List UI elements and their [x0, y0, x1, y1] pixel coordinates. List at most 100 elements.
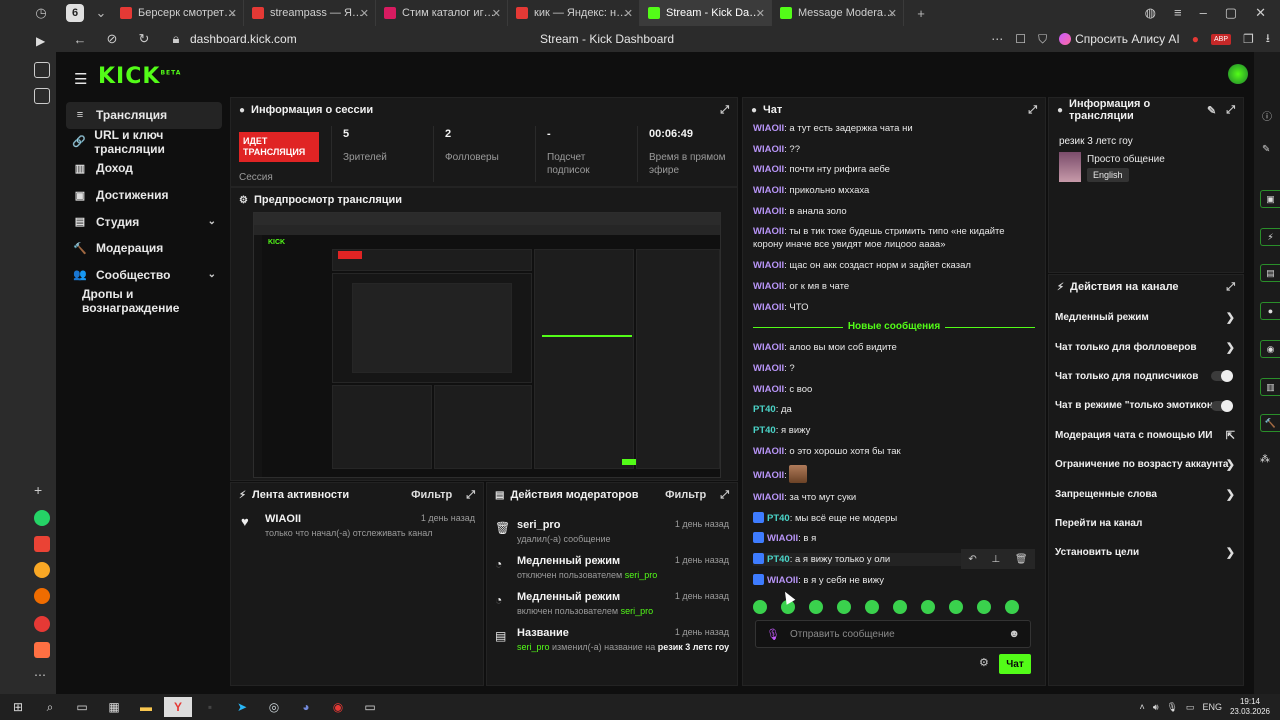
tray-network-icon[interactable]: ▭: [1186, 702, 1195, 713]
sidebar-item-6[interactable]: 👥 Сообщество ⌄: [66, 262, 222, 289]
channel-action-row[interactable]: Ограничение по возрасту аккаунта ❯: [1049, 450, 1243, 479]
tab-count-badge[interactable]: 6: [66, 4, 84, 22]
chat-username[interactable]: WIAOII: [753, 446, 784, 457]
chat-message[interactable]: WIAOII: с воо: [753, 383, 1035, 396]
channel-action-row[interactable]: Медленный режим ❯: [1049, 303, 1243, 332]
chat-message[interactable]: WIAOII: в я: [753, 532, 1035, 545]
side-tool-2[interactable]: ⚡︎: [1260, 228, 1280, 246]
chat-message[interactable]: WIAOII: ??: [753, 143, 1035, 156]
chat-username[interactable]: WIAOII: [753, 492, 784, 503]
search-icon[interactable]: ⌕: [36, 697, 64, 717]
toggle-switch[interactable]: [1211, 370, 1233, 383]
minimize-button[interactable]: –: [1200, 5, 1207, 21]
chat-message[interactable]: WIAOII: щас он акк создаст норм и задйет…: [753, 259, 1035, 272]
chat-input[interactable]: 🎙︎ Отправить сообщение ☻: [755, 620, 1031, 648]
chat-message[interactable]: PT40: а я вижу только у оли ↶ ⊥ 🗑︎: [753, 549, 1035, 570]
chat-message[interactable]: WIAOII: прикольно мххаха: [753, 184, 1035, 197]
maximize-button[interactable]: ▢: [1225, 5, 1237, 21]
chat-message[interactable]: WIAOII: ог к мя в чате: [753, 280, 1035, 293]
sidebar-item-3[interactable]: ▣ Достижения: [66, 182, 222, 209]
mod-user[interactable]: seri_pro: [625, 570, 658, 580]
chat-username[interactable]: WIAOII: [753, 226, 784, 237]
chat-message[interactable]: PT40: мы всё еще не модеры: [753, 511, 1035, 525]
chat-username[interactable]: PT40: [767, 513, 790, 524]
store-icon[interactable]: [34, 616, 50, 632]
sidebar-tabs-icon[interactable]: [34, 62, 50, 78]
side-tool-1[interactable]: ▣: [1260, 190, 1280, 208]
tab-close-icon[interactable]: ✕: [360, 7, 369, 20]
expand-icon[interactable]: ⤢: [720, 489, 729, 502]
mod-user[interactable]: seri_pro: [517, 642, 550, 652]
sidebar-item-1[interactable]: 🔗 URL и ключ трансляции: [66, 128, 222, 156]
channel-action-row[interactable]: Запрещенные слова ❯: [1049, 479, 1243, 508]
group-icon[interactable]: ⁂: [1260, 454, 1270, 465]
menu-icon[interactable]: ≡: [1174, 5, 1182, 21]
browser-tab[interactable]: Стим каталог игр по подпискам✕: [376, 0, 508, 26]
chat-message[interactable]: WIAOII: алоо вы мои соб видите: [753, 341, 1035, 354]
sidebar-item-7[interactable]: Дропы и вознаграждение: [66, 287, 222, 315]
chat-username[interactable]: WIAOII: [753, 185, 784, 196]
chat-username[interactable]: WIAOII: [753, 342, 784, 353]
back-icon[interactable]: ←: [72, 32, 88, 47]
side-tool-7[interactable]: 🔨: [1260, 414, 1280, 432]
chat-username[interactable]: WIAOII: [753, 470, 784, 481]
explorer-icon[interactable]: ▬: [132, 697, 160, 717]
sidebar-gallery-icon[interactable]: [34, 88, 50, 104]
emoji-icon[interactable]: ☻: [1008, 628, 1020, 640]
bag-icon[interactable]: [34, 642, 50, 658]
kick-logo[interactable]: KICKBETA: [98, 64, 181, 89]
chat-username[interactable]: WIAOII: [753, 384, 784, 395]
chat-message[interactable]: WIAOII:: [753, 465, 1035, 484]
category-name[interactable]: Просто общение: [1087, 154, 1165, 165]
chat-message[interactable]: WIAOII: в анала золо: [753, 205, 1035, 218]
download-icon[interactable]: ⭳: [1266, 29, 1270, 50]
steam-icon[interactable]: ◎: [260, 697, 288, 717]
clock-icon[interactable]: ◷: [30, 2, 52, 24]
chat-message[interactable]: WIAOII: ты в тик токе будешь стримить ти…: [753, 225, 1035, 251]
channel-action-row[interactable]: Чат в режиме "только эмотиконы": [1049, 391, 1243, 420]
side-tool-5[interactable]: ◉: [1260, 340, 1280, 358]
emote-icon[interactable]: [753, 600, 767, 614]
chat-message[interactable]: WIAOII: о это хорошо хотя бы так: [753, 445, 1035, 458]
collections-icon[interactable]: ❐: [1243, 32, 1254, 46]
profile-icon[interactable]: ◍: [1145, 5, 1156, 21]
expand-icon[interactable]: ⤢: [1226, 104, 1235, 117]
tray-speaker-icon[interactable]: 🔊︎: [1153, 702, 1159, 713]
expand-icon[interactable]: ⤢: [466, 489, 475, 502]
browser-tab[interactable]: Stream - Kick Dashboard✕: [640, 0, 772, 26]
chat-username[interactable]: WIAOII: [753, 206, 784, 217]
send-chat-button[interactable]: Чат: [999, 654, 1031, 674]
chat-username[interactable]: PT40: [753, 404, 776, 415]
chat-username[interactable]: PT40: [767, 554, 790, 565]
tray-chevron-icon[interactable]: ˄: [1140, 702, 1145, 712]
activity-filter-button[interactable]: Фильтр: [411, 489, 452, 501]
chat-username[interactable]: WIAOII: [753, 281, 784, 292]
chat-message[interactable]: WIAOII: почти нту рифига аебе: [753, 163, 1035, 176]
pin-icon[interactable]: ⊥: [991, 553, 1000, 566]
url-input[interactable]: dashboard.kick.com: [190, 32, 297, 46]
discord-icon[interactable]: ◕: [292, 697, 320, 717]
stream-preview-video[interactable]: KICK: [253, 212, 721, 478]
expand-icon[interactable]: ⤢: [1028, 104, 1037, 117]
whatsapp-icon[interactable]: [34, 510, 50, 526]
chat-username[interactable]: WIAOII: [767, 533, 798, 544]
info-circle-icon[interactable]: ⓘ: [1262, 108, 1272, 123]
tab-close-icon[interactable]: ✕: [228, 7, 237, 20]
edit-icon[interactable]: ✎: [1207, 104, 1216, 117]
chevron-down-icon[interactable]: ⌄: [208, 216, 216, 227]
reload-icon[interactable]: ↻: [136, 31, 152, 47]
pen-icon[interactable]: ✎: [1262, 144, 1270, 155]
toggle-switch[interactable]: [1211, 399, 1233, 412]
terminal-icon[interactable]: ▭: [356, 697, 384, 717]
channel-action-row[interactable]: Чат только для подписчиков: [1049, 362, 1243, 391]
expand-icon[interactable]: ⤢: [1226, 281, 1235, 294]
taskbar-clock[interactable]: 19:14 23.03.2026: [1230, 697, 1270, 717]
emote-icon[interactable]: [865, 600, 879, 614]
sidebar-item-0[interactable]: ≡ Трансляция: [66, 102, 222, 129]
browser-tab[interactable]: streampass — Яндекс: нашлось✕: [244, 0, 376, 26]
side-tool-4[interactable]: ●: [1260, 302, 1280, 320]
side-tool-3[interactable]: ▤: [1260, 264, 1280, 282]
obs-icon[interactable]: ◉: [324, 697, 352, 717]
chat-message[interactable]: WIAOII: за что мут суки: [753, 491, 1035, 504]
chat-settings-icon[interactable]: ⚙: [979, 656, 989, 669]
